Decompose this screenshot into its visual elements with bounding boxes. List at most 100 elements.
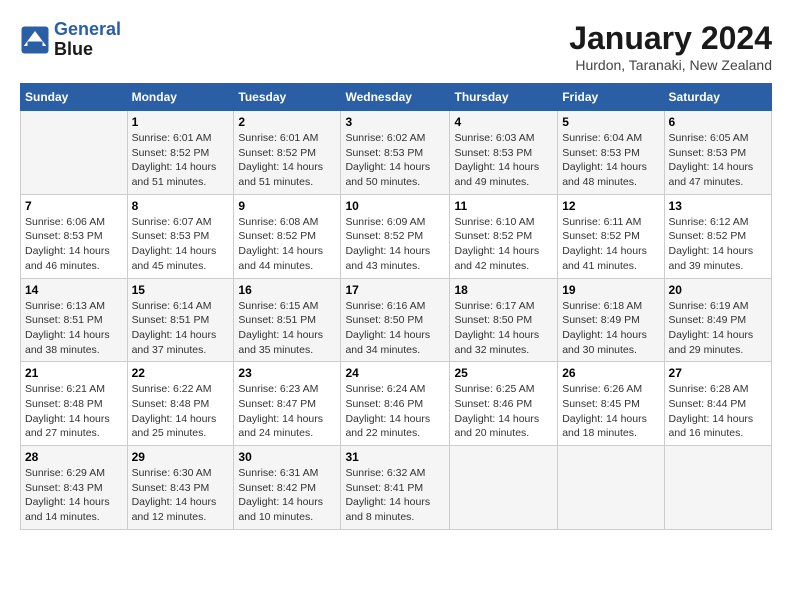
week-row-1: 1 Sunrise: 6:01 AMSunset: 8:52 PMDaylight…	[21, 111, 772, 195]
calendar-cell: 16 Sunrise: 6:15 AMSunset: 8:51 PMDayligh…	[234, 278, 341, 362]
day-info: Sunrise: 6:30 AMSunset: 8:43 PMDaylight:…	[132, 466, 230, 525]
logo-line1: General	[54, 19, 121, 39]
calendar-cell: 9 Sunrise: 6:08 AMSunset: 8:52 PMDaylight…	[234, 194, 341, 278]
calendar-cell: 14 Sunrise: 6:13 AMSunset: 8:51 PMDayligh…	[21, 278, 128, 362]
day-number: 26	[562, 366, 659, 380]
day-info: Sunrise: 6:11 AMSunset: 8:52 PMDaylight:…	[562, 215, 659, 274]
weekday-header-sunday: Sunday	[21, 84, 128, 111]
day-info: Sunrise: 6:17 AMSunset: 8:50 PMDaylight:…	[454, 299, 553, 358]
calendar-cell: 12 Sunrise: 6:11 AMSunset: 8:52 PMDayligh…	[558, 194, 664, 278]
calendar-cell: 27Sunrise: 6:28 AMSunset: 8:44 PMDayligh…	[664, 362, 771, 446]
week-row-3: 14 Sunrise: 6:13 AMSunset: 8:51 PMDayligh…	[21, 278, 772, 362]
calendar-cell: 20 Sunrise: 6:19 AMSunset: 8:49 PMDayligh…	[664, 278, 771, 362]
day-info: Sunrise: 6:12 AMSunset: 8:52 PMDaylight:…	[669, 215, 767, 274]
week-row-5: 28 Sunrise: 6:29 AMSunset: 8:43 PMDayligh…	[21, 446, 772, 530]
calendar-header: SundayMondayTuesdayWednesdayThursdayFrid…	[21, 84, 772, 111]
day-info: Sunrise: 6:32 AMSunset: 8:41 PMDaylight:…	[345, 466, 445, 525]
calendar-cell: 25 Sunrise: 6:25 AMSunset: 8:46 PMDayligh…	[450, 362, 558, 446]
calendar-cell: 13 Sunrise: 6:12 AMSunset: 8:52 PMDayligh…	[664, 194, 771, 278]
day-info: Sunrise: 6:26 AMSunset: 8:45 PMDaylight:…	[562, 382, 659, 441]
day-info: Sunrise: 6:31 AMSunset: 8:42 PMDaylight:…	[238, 466, 336, 525]
calendar-cell: 15 Sunrise: 6:14 AMSunset: 8:51 PMDayligh…	[127, 278, 234, 362]
location: Hurdon, Taranaki, New Zealand	[569, 57, 772, 73]
day-info: Sunrise: 6:06 AMSunset: 8:53 PMDaylight:…	[25, 215, 123, 274]
day-number: 4	[454, 115, 553, 129]
day-number: 28	[25, 450, 123, 464]
day-info: Sunrise: 6:19 AMSunset: 8:49 PMDaylight:…	[669, 299, 767, 358]
calendar-cell: 24 Sunrise: 6:24 AMSunset: 8:46 PMDayligh…	[341, 362, 450, 446]
day-info: Sunrise: 6:25 AMSunset: 8:46 PMDaylight:…	[454, 382, 553, 441]
title-section: January 2024 Hurdon, Taranaki, New Zeala…	[569, 20, 772, 73]
calendar-cell	[450, 446, 558, 530]
weekday-header-saturday: Saturday	[664, 84, 771, 111]
day-number: 1	[132, 115, 230, 129]
calendar-cell: 21Sunrise: 6:21 AMSunset: 8:48 PMDayligh…	[21, 362, 128, 446]
day-number: 19	[562, 283, 659, 297]
calendar-cell: 1 Sunrise: 6:01 AMSunset: 8:52 PMDaylight…	[127, 111, 234, 195]
day-number: 25	[454, 366, 553, 380]
day-info: Sunrise: 6:01 AMSunset: 8:52 PMDaylight:…	[238, 131, 336, 190]
day-info: Sunrise: 6:01 AMSunset: 8:52 PMDaylight:…	[132, 131, 230, 190]
logo: General Blue	[20, 20, 121, 60]
day-info: Sunrise: 6:16 AMSunset: 8:50 PMDaylight:…	[345, 299, 445, 358]
calendar-cell: 22Sunrise: 6:22 AMSunset: 8:48 PMDayligh…	[127, 362, 234, 446]
day-number: 22	[132, 366, 230, 380]
weekday-header-thursday: Thursday	[450, 84, 558, 111]
day-number: 5	[562, 115, 659, 129]
day-info: Sunrise: 6:09 AMSunset: 8:52 PMDaylight:…	[345, 215, 445, 274]
day-number: 16	[238, 283, 336, 297]
day-info: Sunrise: 6:08 AMSunset: 8:52 PMDaylight:…	[238, 215, 336, 274]
calendar-cell: 26 Sunrise: 6:26 AMSunset: 8:45 PMDayligh…	[558, 362, 664, 446]
week-row-4: 21Sunrise: 6:21 AMSunset: 8:48 PMDayligh…	[21, 362, 772, 446]
calendar-cell: 29 Sunrise: 6:30 AMSunset: 8:43 PMDayligh…	[127, 446, 234, 530]
day-number: 17	[345, 283, 445, 297]
calendar-cell: 4 Sunrise: 6:03 AMSunset: 8:53 PMDaylight…	[450, 111, 558, 195]
calendar-cell	[558, 446, 664, 530]
day-number: 8	[132, 199, 230, 213]
day-info: Sunrise: 6:02 AMSunset: 8:53 PMDaylight:…	[345, 131, 445, 190]
day-number: 3	[345, 115, 445, 129]
calendar-table: SundayMondayTuesdayWednesdayThursdayFrid…	[20, 83, 772, 530]
calendar-cell	[664, 446, 771, 530]
day-number: 24	[345, 366, 445, 380]
calendar-cell: 28 Sunrise: 6:29 AMSunset: 8:43 PMDayligh…	[21, 446, 128, 530]
day-info: Sunrise: 6:14 AMSunset: 8:51 PMDaylight:…	[132, 299, 230, 358]
day-number: 10	[345, 199, 445, 213]
calendar-cell: 10 Sunrise: 6:09 AMSunset: 8:52 PMDayligh…	[341, 194, 450, 278]
weekday-header-monday: Monday	[127, 84, 234, 111]
day-number: 27	[669, 366, 767, 380]
logo-line2: Blue	[54, 40, 121, 60]
day-info: Sunrise: 6:29 AMSunset: 8:43 PMDaylight:…	[25, 466, 123, 525]
day-number: 9	[238, 199, 336, 213]
day-number: 31	[345, 450, 445, 464]
day-info: Sunrise: 6:23 AMSunset: 8:47 PMDaylight:…	[238, 382, 336, 441]
day-number: 29	[132, 450, 230, 464]
logo-icon	[20, 25, 50, 55]
calendar-cell: 3 Sunrise: 6:02 AMSunset: 8:53 PMDaylight…	[341, 111, 450, 195]
logo-text: General Blue	[54, 20, 121, 60]
day-number: 13	[669, 199, 767, 213]
day-number: 15	[132, 283, 230, 297]
calendar-cell: 17 Sunrise: 6:16 AMSunset: 8:50 PMDayligh…	[341, 278, 450, 362]
day-info: Sunrise: 6:15 AMSunset: 8:51 PMDaylight:…	[238, 299, 336, 358]
day-info: Sunrise: 6:03 AMSunset: 8:53 PMDaylight:…	[454, 131, 553, 190]
day-number: 14	[25, 283, 123, 297]
day-info: Sunrise: 6:18 AMSunset: 8:49 PMDaylight:…	[562, 299, 659, 358]
calendar-cell: 23 Sunrise: 6:23 AMSunset: 8:47 PMDayligh…	[234, 362, 341, 446]
day-info: Sunrise: 6:04 AMSunset: 8:53 PMDaylight:…	[562, 131, 659, 190]
weekday-header-tuesday: Tuesday	[234, 84, 341, 111]
day-number: 11	[454, 199, 553, 213]
calendar-cell: 11Sunrise: 6:10 AMSunset: 8:52 PMDayligh…	[450, 194, 558, 278]
day-number: 21	[25, 366, 123, 380]
calendar-cell: 31 Sunrise: 6:32 AMSunset: 8:41 PMDayligh…	[341, 446, 450, 530]
day-number: 20	[669, 283, 767, 297]
day-number: 12	[562, 199, 659, 213]
calendar-body: 1 Sunrise: 6:01 AMSunset: 8:52 PMDaylight…	[21, 111, 772, 530]
day-info: Sunrise: 6:24 AMSunset: 8:46 PMDaylight:…	[345, 382, 445, 441]
weekday-row: SundayMondayTuesdayWednesdayThursdayFrid…	[21, 84, 772, 111]
calendar-cell: 30Sunrise: 6:31 AMSunset: 8:42 PMDayligh…	[234, 446, 341, 530]
day-info: Sunrise: 6:13 AMSunset: 8:51 PMDaylight:…	[25, 299, 123, 358]
calendar-cell: 18Sunrise: 6:17 AMSunset: 8:50 PMDayligh…	[450, 278, 558, 362]
calendar-cell: 6Sunrise: 6:05 AMSunset: 8:53 PMDaylight…	[664, 111, 771, 195]
day-number: 23	[238, 366, 336, 380]
